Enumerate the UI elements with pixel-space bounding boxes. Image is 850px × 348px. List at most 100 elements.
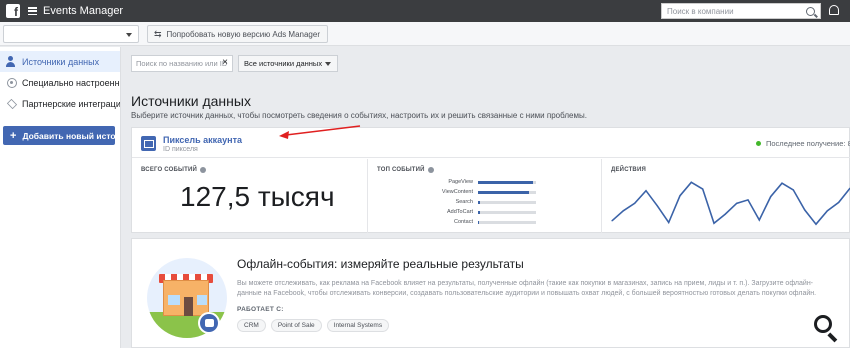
chevron-down-icon: [126, 33, 132, 37]
actions-data-point: [804, 209, 806, 211]
chip-internal-systems: Internal Systems: [326, 319, 390, 332]
company-search-input[interactable]: Поиск в компании: [661, 3, 821, 19]
offline-title: Офлайн-события: измеряйте реальные резул…: [237, 257, 524, 271]
sidebar: Источники данных Специально настроенны..…: [0, 47, 121, 348]
actions-data-point: [645, 190, 647, 192]
page-title: Источники данных: [131, 93, 251, 109]
sidebar-item-label: Специально настроенны...: [22, 77, 120, 88]
add-data-source-button[interactable]: + Добавить новый источн...: [3, 126, 115, 145]
integrations-chips: CRM Point of Sale Internal Systems: [237, 319, 390, 332]
chip-crm: CRM: [237, 319, 266, 332]
add-data-source-label: Добавить новый источн...: [22, 130, 115, 141]
top-event-row: AddToCart: [368, 209, 602, 217]
facebook-logo-icon[interactable]: f: [6, 4, 20, 18]
chip-point-of-sale: Point of Sale: [270, 319, 322, 332]
sidebar-item-custom-conversions[interactable]: Специально настроенны...: [0, 72, 120, 93]
data-source-type-value: Все источники данных: [244, 59, 323, 68]
offline-description: Вы можете отслеживать, как реклама на Fa…: [237, 280, 817, 297]
top-event-name: Search: [455, 199, 473, 205]
try-new-ads-manager-label: Попробовать новую версию Ads Manager: [166, 29, 320, 39]
sidebar-item-label: Источники данных: [22, 56, 100, 67]
account-bar: ⇆ Попробовать новую версию Ads Manager: [0, 22, 850, 46]
top-events-panel: ТОП СОБЫТИЙ PageView ViewContent Search Add…: [367, 159, 601, 233]
top-event-bar-fill: [478, 211, 480, 214]
top-event-bar-fill: [478, 191, 530, 194]
actions-data-point: [668, 221, 670, 224]
top-event-bar-fill: [478, 181, 534, 184]
actions-series-line: [611, 181, 850, 226]
account-select[interactable]: [3, 25, 139, 43]
actions-data-point: [758, 219, 760, 221]
actions-data-point: [826, 210, 828, 212]
offline-events-card: Офлайн-события: измеряйте реальные резул…: [131, 238, 850, 348]
actions-data-point: [736, 202, 738, 204]
custom-conversions-icon: [6, 77, 17, 88]
total-events-value: 127,5 тысяч: [180, 181, 335, 212]
search-icon[interactable]: [806, 6, 815, 16]
top-events-label-text: ТОП СОБЫТИЙ: [377, 167, 425, 173]
actions-data-point: [622, 210, 624, 212]
page-description: Выберите источник данных, чтобы посмотре…: [131, 111, 587, 120]
actions-data-point: [838, 201, 840, 203]
plus-icon: +: [10, 129, 17, 142]
pixel-icon: [141, 136, 156, 151]
last-received-text: Последнее получение: 8 мы: [766, 139, 850, 148]
top-events-label: ТОП СОБЫТИЙ: [377, 167, 434, 173]
pixel-header[interactable]: Пиксель аккаунта ID пикселя Последнее по…: [132, 128, 850, 158]
actions-data-point: [611, 220, 613, 222]
swap-icon: ⇆: [154, 28, 162, 39]
pixel-card[interactable]: Пиксель аккаунта ID пикселя Последнее по…: [131, 127, 850, 233]
people-icon: [6, 56, 17, 67]
company-search-placeholder: Поиск в компании: [667, 6, 734, 16]
pixel-name-link[interactable]: Пиксель аккаунта: [163, 135, 242, 145]
actions-data-point: [690, 181, 692, 183]
top-event-name: PageView: [448, 179, 473, 185]
chevron-down-icon: [325, 62, 331, 66]
actions-data-point: [679, 195, 681, 197]
top-event-row: Contact: [368, 219, 602, 227]
top-event-bar-track: [478, 221, 536, 224]
last-received-status: Последнее получение: 8 мы: [756, 139, 850, 148]
data-source-search-input[interactable]: Поиск по названию или ID ×: [131, 55, 233, 72]
status-dot-icon: [756, 141, 761, 146]
total-events-label-text: ВСЕГО СОБЫТИЙ: [141, 167, 198, 173]
pixel-id: ID пикселя: [163, 146, 198, 153]
chat-icon: [198, 312, 220, 334]
info-icon[interactable]: [427, 167, 434, 173]
top-event-name: ViewContent: [441, 189, 473, 195]
actions-data-point: [770, 196, 772, 198]
app-title: Events Manager: [43, 5, 124, 17]
top-event-bar-fill: [478, 221, 480, 224]
info-icon[interactable]: [200, 167, 207, 173]
top-event-bar-track: [478, 211, 536, 214]
clear-search-icon[interactable]: ×: [222, 57, 228, 68]
actions-data-point: [747, 199, 749, 201]
top-event-bar-track: [478, 201, 536, 204]
top-event-name: AddToCart: [447, 209, 473, 215]
top-event-name: Contact: [454, 219, 473, 225]
actions-data-point: [792, 189, 794, 191]
actions-panel: ДЕЙСТВИЯ: [601, 159, 850, 233]
top-event-bar-track: [478, 191, 536, 194]
top-bar: f Events Manager Поиск в компании: [0, 0, 850, 22]
menu-icon[interactable]: [28, 7, 37, 15]
total-events-label: ВСЕГО СОБЫТИЙ: [141, 167, 207, 173]
actions-data-point: [724, 213, 726, 215]
data-source-type-select[interactable]: Все источники данных: [238, 55, 338, 72]
data-source-search-placeholder: Поиск по названию или ID: [136, 59, 228, 68]
top-event-row: PageView: [368, 179, 602, 187]
top-event-bar-fill: [478, 201, 480, 204]
sidebar-item-partner-integrations[interactable]: Партнерские интеграции: [0, 93, 120, 114]
actions-line-chart: [611, 181, 850, 226]
sidebar-item-data-sources[interactable]: Источники данных: [0, 51, 120, 72]
actions-data-point: [702, 188, 704, 190]
top-event-row: Search: [368, 199, 602, 207]
try-new-ads-manager-button[interactable]: ⇆ Попробовать новую версию Ads Manager: [147, 25, 328, 43]
notifications-bell-icon[interactable]: [829, 5, 839, 15]
top-event-row: ViewContent: [368, 189, 602, 197]
actions-data-point: [634, 202, 636, 204]
actions-data-point: [656, 205, 658, 207]
actions-data-point: [815, 223, 817, 225]
zoom-icon[interactable]: [814, 315, 832, 333]
actions-data-point: [781, 182, 783, 184]
